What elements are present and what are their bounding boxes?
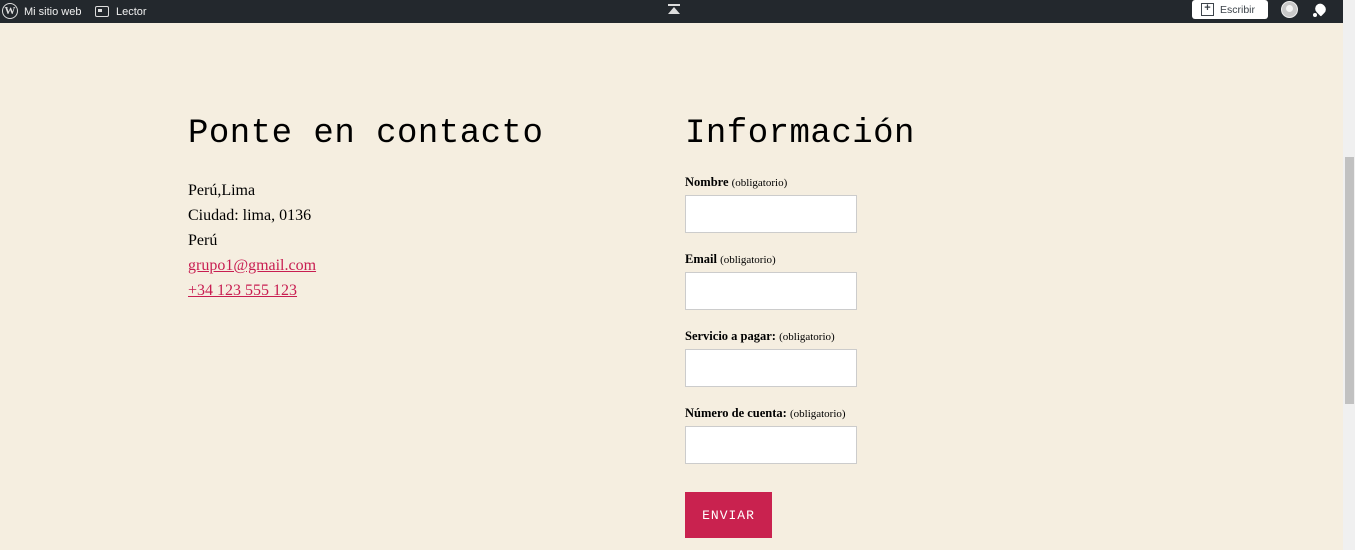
submit-button[interactable]: ENVIAR (685, 492, 772, 538)
page-scrollbar[interactable] (1343, 0, 1355, 550)
account-label: Número de cuenta: (685, 406, 787, 420)
name-input[interactable] (685, 195, 857, 233)
site-name-link[interactable]: Mi sitio web (24, 0, 81, 23)
required-note: (obligatorio) (720, 254, 776, 266)
reader-label: Lector (116, 5, 147, 18)
contact-heading: Ponte en contacto (188, 115, 544, 153)
write-label: Escribir (1220, 3, 1256, 16)
notifications-bell-icon[interactable] (1313, 1, 1328, 17)
address-line: Perú (188, 232, 218, 249)
field-label: Número de cuenta: (obligatorio) (685, 406, 857, 421)
address-line: Perú,Lima (188, 182, 256, 199)
collapse-toolbar-icon[interactable] (668, 0, 680, 23)
admin-bar: W Mi sitio web Lector + Escribir (0, 0, 1343, 23)
field-label: Servicio a pagar: (obligatorio) (685, 329, 857, 344)
email-label: Email (685, 252, 717, 266)
info-heading: Información (685, 115, 915, 153)
wordpress-logo-icon[interactable]: W (2, 2, 20, 20)
required-note: (obligatorio) (779, 331, 835, 343)
write-button[interactable]: + Escribir (1192, 0, 1268, 19)
reader-link[interactable]: Lector (95, 0, 147, 23)
email-link[interactable]: grupo1@gmail.com (188, 253, 316, 278)
reader-icon (95, 6, 109, 17)
field-label: Nombre (obligatorio) (685, 175, 857, 190)
scrollbar-thumb[interactable] (1345, 157, 1354, 404)
phone-link[interactable]: +34 123 555 123 (188, 278, 316, 303)
form-field-account: Número de cuenta: (obligatorio) (685, 406, 857, 464)
form-field-email: Email (obligatorio) (685, 252, 857, 310)
account-number-input[interactable] (685, 426, 857, 464)
user-avatar[interactable] (1281, 1, 1298, 18)
contact-address: Perú,Lima Ciudad: lima, 0136 Perú grupo1… (188, 178, 316, 303)
form-field-service: Servicio a pagar: (obligatorio) (685, 329, 857, 387)
service-label: Servicio a pagar: (685, 329, 776, 343)
service-input[interactable] (685, 349, 857, 387)
address-line: Ciudad: lima, 0136 (188, 207, 312, 224)
name-label: Nombre (685, 175, 729, 189)
field-label: Email (obligatorio) (685, 252, 857, 267)
required-note: (obligatorio) (731, 177, 788, 189)
form-field-name: Nombre (obligatorio) (685, 175, 857, 233)
contact-form: Nombre (obligatorio) Email (obligatorio)… (685, 175, 857, 483)
plus-icon: + (1201, 3, 1214, 16)
required-note: (obligatorio) (789, 408, 846, 420)
email-input[interactable] (685, 272, 857, 310)
